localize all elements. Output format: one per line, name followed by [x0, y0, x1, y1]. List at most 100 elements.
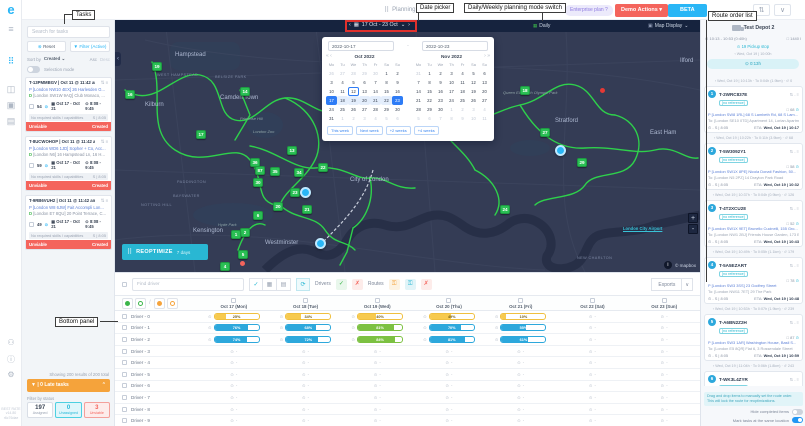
schedule-cell[interactable]: ⊙ - [341, 407, 413, 412]
schedule-cell[interactable]: ⊙ - [628, 314, 700, 319]
calendar-day[interactable]: 18 [337, 96, 348, 105]
calendar-day[interactable]: 1 [446, 105, 457, 114]
map-marker[interactable]: 5 [238, 250, 248, 259]
calendar-day[interactable]: 7 [370, 78, 381, 87]
schedule-cell[interactable]: ⊙ 34% [270, 312, 342, 320]
sort-value-dropdown[interactable]: Created ⌄ [44, 56, 65, 62]
sort-asc[interactable]: Asc [90, 57, 97, 62]
schedule-cell[interactable]: ⊙ 10% [485, 312, 557, 320]
calendar-day[interactable]: 27 [359, 105, 370, 114]
calendar-day[interactable]: 5 [348, 78, 359, 87]
calendar-day[interactable]: 10 [468, 114, 479, 123]
calendar-day[interactable]: 16 [392, 87, 403, 96]
map-marker[interactable]: 35 [270, 167, 280, 176]
map-display-dropdown[interactable]: ▣ Map Display ⌄ [648, 23, 688, 29]
schedule-cell[interactable]: ⊙ - [557, 337, 629, 342]
date-from-input[interactable]: 2022-10-17 [328, 41, 394, 51]
map-marker[interactable]: 13 [287, 146, 297, 155]
calendar-day[interactable]: 7 [413, 78, 424, 87]
driver-checkbox[interactable] [122, 360, 127, 366]
refresh-button[interactable]: ⟳ [296, 277, 310, 291]
calendar-day[interactable]: 24 [446, 96, 457, 105]
calendar-day[interactable]: 17 [446, 87, 457, 96]
map-marker[interactable]: 23 [290, 188, 300, 197]
calendar-day[interactable]: 3 [446, 69, 457, 78]
route-card-icons[interactable]: ⇅ - ≡ [790, 149, 799, 154]
day-column-header[interactable]: Oct 18 (Tue) [270, 296, 342, 310]
schedule-cell[interactable]: ⊙ - [557, 314, 629, 319]
calendar-day[interactable]: 29 [424, 105, 435, 114]
routes-nav-icon[interactable]: ▣ [0, 100, 22, 111]
route-order-card[interactable]: 3 T-4T2XCU28 ⇅ - ≡ [no reference] □ 52 ⊙ P [L… [704, 200, 803, 247]
driver-row[interactable]: Driver - 9 ⊙ - ⊙ - ⊙ - ⊙ - ⊙ - ⊙ - ⊙ - [115, 415, 700, 426]
map-marker[interactable]: 19 [152, 62, 162, 71]
map-marker[interactable]: 1 [231, 230, 241, 239]
driver-checkbox[interactable] [122, 394, 127, 400]
map-marker[interactable]: 17 [196, 130, 206, 139]
calendar-day[interactable]: 6 [392, 114, 403, 123]
calendar-day[interactable]: 4 [457, 69, 468, 78]
calendar-day[interactable]: 28 [348, 69, 359, 78]
calendar-day[interactable]: 16 [435, 87, 446, 96]
map-stop-marker[interactable] [555, 145, 566, 156]
calendar-day[interactable]: 3 [468, 105, 479, 114]
map-marker[interactable]: 22 [318, 163, 328, 172]
schedule-cell[interactable]: ⊙ - [198, 383, 270, 388]
calendar-day[interactable]: 30 [435, 105, 446, 114]
calendar-day[interactable]: 10 [446, 78, 457, 87]
sort-desc[interactable]: Desc [100, 57, 110, 62]
schedule-cell[interactable]: ⊙ - [198, 372, 270, 377]
drivers-nav-icon[interactable]: ◫ [0, 84, 22, 95]
day-checkbox[interactable] [231, 297, 237, 303]
calendar-day[interactable]: 26 [468, 96, 479, 105]
day-column-header[interactable]: Oct 20 (Thu) [413, 296, 485, 310]
calendar-day[interactable]: 10 [326, 87, 337, 96]
driver-row[interactable]: Driver - 5 ⊙ - ⊙ - ⊙ - ⊙ - ⊙ - ⊙ - ⊙ - [115, 369, 700, 381]
schedule-cell[interactable]: ⊙ - [341, 395, 413, 400]
map-marker[interactable]: 2 [240, 228, 250, 237]
driver-checkbox[interactable] [122, 348, 127, 354]
calendar-day[interactable]: 29 [381, 105, 392, 114]
day-column-header[interactable]: Oct 19 (Wed) [341, 296, 413, 310]
driver-checkbox[interactable] [122, 371, 127, 377]
driver-row[interactable]: Driver - 2 ⊙ 74% ⊙ 72% ⊙ 84% ⊙ 81% ⊙ 61% ⊙ - ⊙ - [115, 334, 700, 346]
task-checkbox[interactable] [29, 103, 34, 109]
schedule-cell[interactable]: ⊙ - [557, 360, 629, 365]
calendar-day[interactable]: 24 [326, 105, 337, 114]
search-tasks-input[interactable]: Search for tasks [27, 26, 110, 38]
driver-checkbox[interactable] [122, 418, 127, 424]
day-checkbox[interactable] [374, 297, 380, 303]
schedule-cell[interactable]: ⊙ 61% [485, 335, 557, 343]
calendar-day[interactable]: 4 [337, 78, 348, 87]
schedule-cell[interactable]: ⊙ - [270, 407, 342, 412]
calendar-day[interactable]: 22 [381, 96, 392, 105]
calendar-day[interactable]: 6 [479, 69, 490, 78]
day-checkbox[interactable] [589, 297, 595, 303]
driver-checkbox[interactable] [122, 383, 127, 389]
schedule-cell[interactable]: ⊙ - [628, 325, 700, 330]
stat-assigned[interactable]: 197 Assigned [27, 402, 54, 418]
schedule-cell[interactable]: ⊙ - [198, 360, 270, 365]
schedule-cell[interactable]: ⊙ 74% [198, 335, 270, 343]
schedule-cell[interactable]: ⊙ - [341, 360, 413, 365]
calendar-day[interactable]: 7 [435, 114, 446, 123]
map-marker[interactable]: 16 [125, 90, 135, 99]
planning-nav-icon[interactable]: ⠿ [0, 56, 22, 67]
list-nav-icon[interactable]: ▤ [0, 116, 22, 127]
settings-gear-icon[interactable]: ⚙ [0, 370, 22, 379]
day-checkbox[interactable] [518, 297, 524, 303]
day-checkbox[interactable] [661, 297, 667, 303]
calendar-day[interactable]: 11 [457, 78, 468, 87]
prev-month-arrows[interactable]: « ‹ [326, 53, 332, 59]
schedule-cell[interactable]: ⊙ - [557, 407, 629, 412]
driver-row[interactable]: Driver - 0 ⊙ 25% ⊙ 34% ⊙ 40% ⊙ 49% ⊙ 10% ⊙ - ⊙ - [115, 311, 700, 323]
legend-active[interactable] [122, 297, 133, 309]
calendar-day[interactable]: 25 [457, 96, 468, 105]
schedule-cell[interactable]: ⊙ - [557, 383, 629, 388]
calendar-day[interactable]: 1 [381, 69, 392, 78]
map-marker[interactable]: 21 [302, 205, 312, 214]
task-card[interactable]: T-13PMMBGV | Oct 11 @ 11:42 am ⇅ ≡ P [Lond… [25, 77, 112, 132]
route-card-icons[interactable]: ⇅ - ≡ [790, 320, 799, 325]
selection-mode-toggle[interactable] [27, 66, 40, 73]
select-all-checkbox[interactable] [122, 281, 127, 287]
